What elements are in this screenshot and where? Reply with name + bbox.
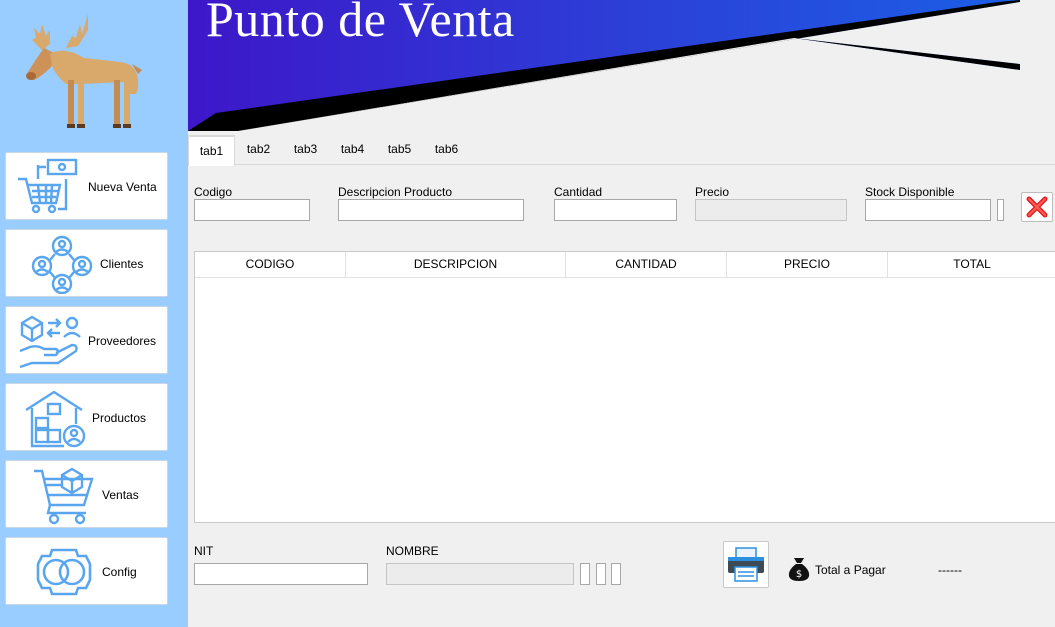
delete-row-button[interactable] <box>1021 192 1053 222</box>
printer-icon <box>728 547 764 582</box>
supplier-handshake-icon <box>19 315 81 369</box>
sales-table[interactable]: CODIGO DESCRIPCION CANTIDAD PRECIO TOTAL <box>194 251 1055 523</box>
cart-boxes-icon <box>34 467 94 525</box>
tab-3[interactable]: tab3 <box>282 135 329 165</box>
gear-toggle-icon <box>36 548 92 596</box>
tab-4[interactable]: tab4 <box>329 135 376 165</box>
page-title: Punto de Venta <box>206 0 515 47</box>
nav-proveedores-label: Proveedores <box>88 334 157 348</box>
warehouse-icon <box>25 390 86 448</box>
nav-productos-button[interactable]: Productos <box>5 383 168 451</box>
precio-input <box>695 199 847 221</box>
descripcion-label: Descripcion Producto <box>338 185 453 199</box>
col-precio[interactable]: PRECIO <box>727 252 888 277</box>
precio-label: Precio <box>695 185 730 199</box>
col-total[interactable]: TOTAL <box>888 252 1055 277</box>
hidden-field-3[interactable] <box>611 563 621 585</box>
tab-6[interactable]: tab6 <box>423 135 470 165</box>
nav-proveedores-button[interactable]: Proveedores <box>5 306 168 374</box>
print-button[interactable] <box>723 541 769 588</box>
col-descripcion[interactable]: DESCRIPCION <box>346 252 566 277</box>
nombre-input <box>386 563 574 585</box>
nav-config-button[interactable]: Config <box>5 537 168 605</box>
nav-ventas-label: Ventas <box>102 488 139 502</box>
nav-nueva-venta-button[interactable]: Nueva Venta <box>5 152 168 220</box>
shopping-cart-money-icon <box>18 158 78 214</box>
sidebar: Nueva Venta Clientes Proveedores Product… <box>0 0 188 627</box>
table-header: CODIGO DESCRIPCION CANTIDAD PRECIO TOTAL <box>195 252 1055 278</box>
tab-2[interactable]: tab2 <box>235 135 282 165</box>
nit-input[interactable] <box>194 563 368 585</box>
cantidad-label: Cantidad <box>554 185 603 199</box>
money-bag-icon: $ <box>788 558 810 581</box>
hidden-field-2[interactable] <box>596 563 606 585</box>
tab-5[interactable]: tab5 <box>376 135 423 165</box>
nav-clientes-label: Clientes <box>100 257 144 271</box>
tab-bar: tab1 tab2 tab3 tab4 tab5 tab6 <box>188 135 1055 166</box>
codigo-label: Codigo <box>194 185 233 199</box>
nav-productos-label: Productos <box>92 411 147 425</box>
hidden-field-1[interactable] <box>580 563 590 585</box>
total-value: ------ <box>938 563 962 577</box>
nav-config-label: Config <box>102 565 137 579</box>
svg-text:$: $ <box>796 569 802 580</box>
descripcion-input[interactable] <box>338 199 524 221</box>
users-network-icon <box>31 235 93 294</box>
total-label: Total a Pagar <box>815 563 886 577</box>
nav-nueva-venta-label: Nueva Venta <box>88 180 157 194</box>
codigo-input[interactable] <box>194 199 310 221</box>
col-codigo[interactable]: CODIGO <box>195 252 346 277</box>
stock-label: Stock Disponible <box>865 185 955 199</box>
nit-label: NIT <box>194 544 214 558</box>
cantidad-input[interactable] <box>554 199 677 221</box>
stock-input[interactable] <box>865 199 991 221</box>
col-cantidad[interactable]: CANTIDAD <box>566 252 727 277</box>
nav-clientes-button[interactable]: Clientes <box>5 229 168 297</box>
nav-ventas-button[interactable]: Ventas <box>5 460 168 528</box>
moose-logo <box>26 14 142 128</box>
tab-1[interactable]: tab1 <box>188 135 235 166</box>
hidden-id-field[interactable] <box>997 199 1004 221</box>
close-icon <box>1026 196 1048 218</box>
nombre-label: NOMBRE <box>386 544 439 558</box>
